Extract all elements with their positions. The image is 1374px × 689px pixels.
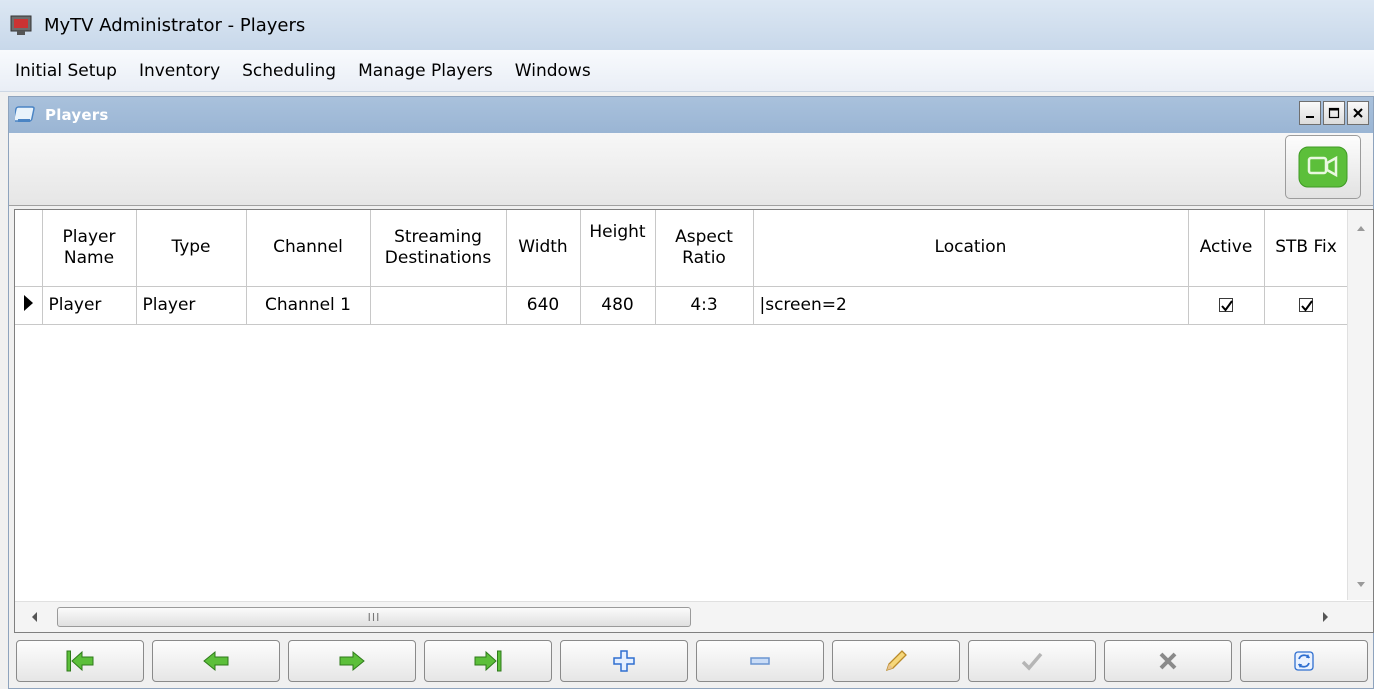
current-row-arrow-icon [24, 294, 34, 311]
first-record-button[interactable] [16, 640, 144, 682]
horizontal-scrollbar[interactable]: III [15, 601, 1373, 632]
title-bar: MyTV Administrator - Players [0, 0, 1374, 50]
menu-manage-players[interactable]: Manage Players [347, 50, 504, 92]
menu-bar: Initial Setup Inventory Scheduling Manag… [0, 50, 1374, 92]
cancel-x-icon [1159, 652, 1177, 670]
child-window-title: Players [45, 106, 109, 124]
add-icon [613, 650, 635, 672]
table-row[interactable]: Player Player Channel 1 640 480 4:3 |scr… [15, 286, 1349, 325]
horizontal-scroll-thumb[interactable]: III [57, 607, 691, 627]
cell-streaming-destinations[interactable] [370, 286, 507, 325]
last-record-icon [474, 650, 502, 672]
navigation-bar [9, 640, 1373, 686]
menu-scheduling[interactable]: Scheduling [231, 50, 347, 92]
next-record-icon [339, 650, 365, 672]
players-child-window: Players Player Name Type Channel Streami… [8, 96, 1374, 689]
scroll-right-arrow-icon[interactable] [1313, 602, 1339, 632]
close-icon [1353, 108, 1363, 118]
cancel-edit-button[interactable] [1104, 640, 1232, 682]
window-title: MyTV Administrator - Players [44, 14, 306, 36]
scroll-left-arrow-icon[interactable] [23, 602, 49, 632]
minimize-icon [1306, 116, 1314, 118]
maximize-icon [1328, 107, 1340, 119]
col-header-stb-fix[interactable]: STB Fix [1264, 210, 1349, 287]
post-edit-button[interactable] [968, 640, 1096, 682]
delete-record-button[interactable] [696, 640, 824, 682]
add-record-button[interactable] [560, 640, 688, 682]
col-header-aspect-ratio[interactable]: Aspect Ratio [655, 210, 754, 287]
scroll-thumb-grip: III [367, 610, 381, 624]
cell-channel[interactable]: Channel 1 [246, 286, 371, 325]
cell-type[interactable]: Player [136, 286, 247, 325]
cell-location[interactable]: |screen=2 [753, 286, 1189, 325]
col-header-streaming-destinations[interactable]: Streaming Destinations [370, 210, 507, 287]
delete-icon [750, 657, 770, 665]
menu-windows[interactable]: Windows [504, 50, 602, 92]
cell-aspect-ratio[interactable]: 4:3 [655, 286, 754, 325]
vertical-scrollbar[interactable] [1347, 210, 1373, 600]
col-header-location[interactable]: Location [753, 210, 1189, 287]
col-header-width[interactable]: Width [506, 210, 581, 287]
checkmark-icon [1021, 652, 1043, 671]
col-header-type[interactable]: Type [136, 210, 247, 287]
previous-record-icon [203, 650, 229, 672]
first-record-icon [66, 650, 94, 672]
refresh-button[interactable] [1240, 640, 1368, 682]
refresh-icon [1294, 651, 1314, 671]
checkmark-icon [1221, 300, 1233, 312]
edit-record-button[interactable] [832, 640, 960, 682]
next-record-button[interactable] [288, 640, 416, 682]
row-selector[interactable] [15, 286, 43, 325]
top-toolbar [9, 133, 1373, 206]
last-record-button[interactable] [424, 640, 552, 682]
players-grid[interactable]: Player Name Type Channel Streaming Desti… [14, 209, 1374, 633]
col-header-channel[interactable]: Channel [246, 210, 371, 287]
col-header-player-name[interactable]: Player Name [42, 210, 137, 287]
cell-player-name[interactable]: Player [42, 286, 137, 325]
cell-width[interactable]: 640 [506, 286, 581, 325]
minimize-button[interactable] [1299, 101, 1321, 125]
stb-fix-checkbox[interactable] [1299, 298, 1313, 312]
row-header-corner [15, 210, 43, 287]
menu-inventory[interactable]: Inventory [128, 50, 231, 92]
previous-record-button[interactable] [152, 640, 280, 682]
grid-header-row: Player Name Type Channel Streaming Desti… [15, 210, 1349, 287]
menu-initial-setup[interactable]: Initial Setup [4, 50, 128, 92]
child-title-bar: Players [9, 97, 1373, 133]
record-video-button[interactable] [1285, 135, 1361, 199]
cell-height[interactable]: 480 [580, 286, 656, 325]
app-icon [10, 15, 32, 35]
scroll-down-arrow-icon[interactable] [1348, 574, 1374, 594]
players-window-icon [15, 106, 35, 122]
close-button[interactable] [1347, 101, 1369, 125]
active-checkbox[interactable] [1219, 298, 1233, 312]
cell-stb-fix[interactable] [1264, 286, 1349, 325]
scroll-up-arrow-icon[interactable] [1348, 218, 1374, 238]
col-header-height[interactable]: Height [580, 210, 656, 287]
video-camera-icon [1298, 146, 1348, 188]
cell-active[interactable] [1188, 286, 1265, 325]
maximize-button[interactable] [1323, 101, 1345, 125]
checkmark-icon [1301, 300, 1313, 312]
edit-pencil-icon [885, 650, 907, 672]
col-header-active[interactable]: Active [1188, 210, 1265, 287]
